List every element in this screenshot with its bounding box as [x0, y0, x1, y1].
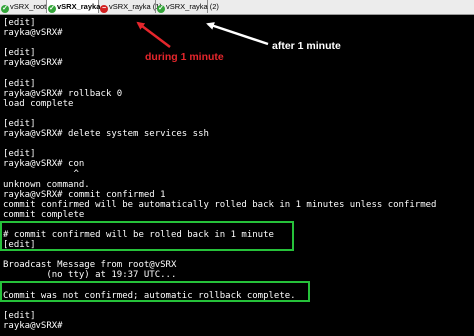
white-arrow: [206, 22, 269, 46]
annotation-arrows: [136, 21, 269, 48]
after-one-minute-label: after 1 minute: [272, 40, 341, 52]
red-arrow: [136, 21, 171, 48]
during-one-minute-label: during 1 minute: [145, 51, 224, 63]
